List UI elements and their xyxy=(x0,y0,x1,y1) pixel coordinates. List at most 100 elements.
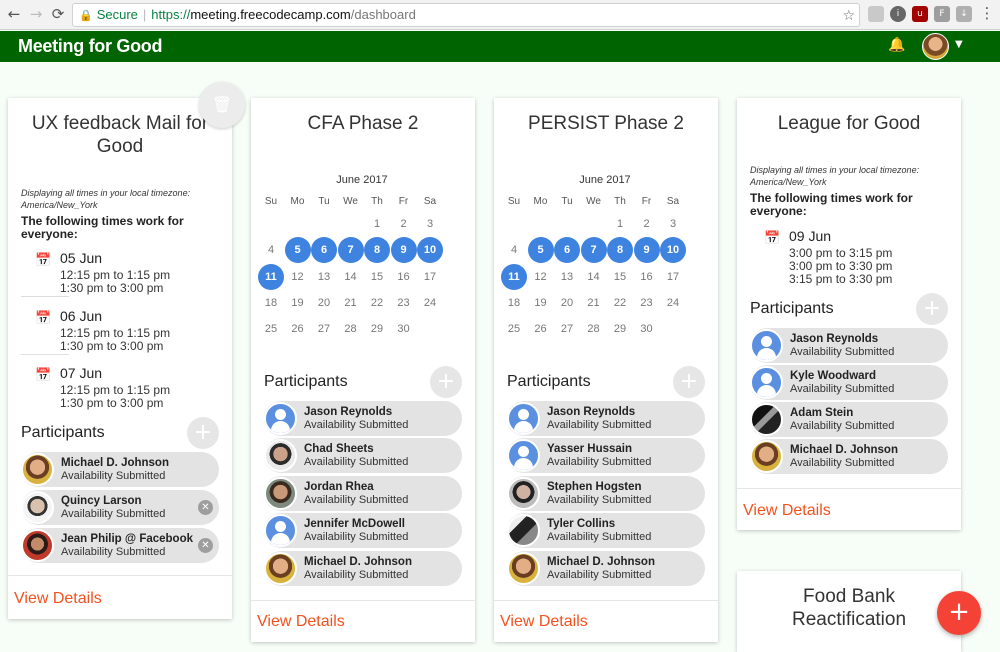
participant-chip[interactable]: Jennifer McDowell Availability Submitted xyxy=(264,513,462,548)
calendar-day[interactable]: 23 xyxy=(634,290,660,316)
participant-chip[interactable]: Kyle Woodward Availability Submitted xyxy=(750,365,948,400)
remove-participant-icon[interactable]: ✕ xyxy=(198,500,213,515)
calendar-day[interactable]: 23 xyxy=(391,290,417,316)
calendar-day-selected[interactable]: 5 xyxy=(284,237,311,264)
event-card[interactable]: CFA Phase 2 June 2017 Su Mo Tu We Th Fr Sa 1 2 3 4… xyxy=(251,98,475,642)
calendar-day[interactable]: 2 xyxy=(391,211,417,237)
participant-chip[interactable]: Jean Philip @ Facebook Availability Subm… xyxy=(21,528,219,563)
calendar-day[interactable]: 24 xyxy=(417,290,443,316)
participant-chip[interactable]: Chad Sheets Availability Submitted xyxy=(264,438,462,473)
calendar-day[interactable]: 22 xyxy=(607,290,633,316)
calendar-day[interactable]: 29 xyxy=(607,316,633,342)
add-participant-button[interactable]: + xyxy=(430,366,462,398)
calendar-day[interactable]: 19 xyxy=(285,290,311,316)
calendar-day[interactable]: 2 xyxy=(634,211,660,237)
calendar-day[interactable]: 18 xyxy=(258,290,284,316)
calendar-day[interactable]: 17 xyxy=(660,264,686,290)
notification-bell-icon[interactable]: 🔔 xyxy=(888,37,905,53)
participant-chip[interactable]: Quincy Larson Availability Submitted ✕ xyxy=(21,490,219,525)
ublock-icon[interactable]: u xyxy=(912,6,928,22)
event-title[interactable]: CFA Phase 2 xyxy=(251,112,475,135)
calendar-day-selected[interactable]: 9 xyxy=(390,237,417,264)
bookmark-star-icon[interactable]: ☆ xyxy=(842,5,855,27)
calendar-day[interactable]: 21 xyxy=(338,290,364,316)
participant-chip[interactable]: Michael D. Johnson Availability Submitte… xyxy=(264,551,462,586)
add-participant-button[interactable]: + xyxy=(916,293,948,325)
calendar-day[interactable]: 14 xyxy=(581,264,607,290)
calendar-day[interactable]: 29 xyxy=(364,316,390,342)
event-card[interactable]: UX feedback Mail for Good Displaying all… xyxy=(8,98,232,619)
calendar-day-selected[interactable]: 11 xyxy=(501,263,527,290)
menu-icon[interactable]: ⋮ xyxy=(978,4,996,22)
calendar-day-selected[interactable]: 5 xyxy=(527,237,554,264)
add-participant-button[interactable]: + xyxy=(187,417,219,449)
participant-chip[interactable]: Stephen Hogsten Availability Submitted xyxy=(507,476,705,511)
event-title[interactable]: League for Good xyxy=(737,112,961,135)
participant-chip[interactable]: Michael D. Johnson Availability Submitte… xyxy=(21,452,219,487)
calendar-day[interactable]: 19 xyxy=(528,290,554,316)
calendar-day[interactable]: 28 xyxy=(338,316,364,342)
calendar-day[interactable]: 14 xyxy=(338,264,364,290)
calendar-day[interactable]: 27 xyxy=(554,316,580,342)
calendar-day-selected[interactable]: 8 xyxy=(364,237,390,264)
calendar-day-selected[interactable]: 10 xyxy=(660,237,686,264)
add-event-fab-button[interactable]: + xyxy=(937,591,981,635)
f10-icon[interactable]: F xyxy=(934,6,950,22)
view-details-link[interactable]: View Details xyxy=(500,613,588,631)
forward-icon[interactable]: → xyxy=(27,5,45,23)
calendar-day-selected[interactable]: 8 xyxy=(607,237,633,264)
view-details-link[interactable]: View Details xyxy=(14,590,102,608)
calendar-day[interactable]: 22 xyxy=(364,290,390,316)
calendar-day-selected[interactable]: 11 xyxy=(258,263,284,290)
calendar-day[interactable]: 4 xyxy=(258,237,284,263)
calendar-day[interactable]: 21 xyxy=(581,290,607,316)
calendar-day[interactable]: 3 xyxy=(660,211,686,237)
calendar-day[interactable]: 18 xyxy=(501,290,527,316)
calendar-day[interactable]: 1 xyxy=(364,211,390,237)
calendar-day[interactable]: 16 xyxy=(391,264,417,290)
calendar-day[interactable]: 16 xyxy=(634,264,660,290)
participant-chip[interactable]: Adam Stein Availability Submitted xyxy=(750,402,948,437)
event-card[interactable]: Food Bank Reactification xyxy=(737,571,961,652)
calendar-day[interactable]: 13 xyxy=(554,264,580,290)
calendar-day[interactable]: 25 xyxy=(258,316,284,342)
remove-participant-icon[interactable]: ✕ xyxy=(198,538,213,553)
calendar-day[interactable]: 20 xyxy=(554,290,580,316)
calendar-day[interactable]: 30 xyxy=(634,316,660,342)
event-card[interactable]: League for Good Displaying all times in … xyxy=(737,98,961,530)
calendar-day[interactable]: 26 xyxy=(528,316,554,342)
event-card[interactable]: PERSIST Phase 2 June 2017 Su Mo Tu We Th Fr Sa… xyxy=(494,98,718,642)
delete-event-button[interactable]: 🗑 xyxy=(199,82,245,128)
calendar-day-selected[interactable]: 9 xyxy=(633,237,660,264)
address-bar[interactable]: 🔒 Secure | https://meeting.freecodecamp.com… xyxy=(72,3,860,27)
event-title[interactable]: PERSIST Phase 2 xyxy=(494,112,718,135)
calendar-day[interactable]: 28 xyxy=(581,316,607,342)
user-avatar[interactable] xyxy=(922,33,949,60)
app-title[interactable]: Meeting for Good xyxy=(18,36,162,57)
calendar-day[interactable]: 26 xyxy=(285,316,311,342)
calendar-day[interactable]: 15 xyxy=(364,264,390,290)
reload-icon[interactable]: ⟳ xyxy=(49,5,67,23)
participant-chip[interactable]: Yasser Hussain Availability Submitted xyxy=(507,438,705,473)
info-icon[interactable]: i xyxy=(890,6,906,22)
calendar-day[interactable]: 13 xyxy=(311,264,337,290)
calendar-day[interactable]: 20 xyxy=(311,290,337,316)
calendar-day[interactable]: 12 xyxy=(285,264,311,290)
calendar-day-selected[interactable]: 7 xyxy=(580,237,607,264)
view-details-link[interactable]: View Details xyxy=(743,502,831,520)
participant-chip[interactable]: Michael D. Johnson Availability Submitte… xyxy=(750,439,948,474)
calendar-day[interactable]: 27 xyxy=(311,316,337,342)
calendar-day-selected[interactable]: 6 xyxy=(311,237,337,264)
calendar-day-selected[interactable]: 10 xyxy=(417,237,443,264)
calendar-day[interactable]: 30 xyxy=(391,316,417,342)
calendar-day[interactable]: 1 xyxy=(607,211,633,237)
download-icon[interactable]: ↓ xyxy=(956,6,972,22)
event-title[interactable]: Food Bank Reactification xyxy=(737,585,961,631)
participant-chip[interactable]: Jason Reynolds Availability Submitted xyxy=(750,328,948,363)
user-menu-caret-icon[interactable]: ▼ xyxy=(955,39,963,50)
add-participant-button[interactable]: + xyxy=(673,366,705,398)
cloud-icon[interactable] xyxy=(868,6,884,22)
calendar-day[interactable]: 4 xyxy=(501,237,527,263)
calendar-day[interactable]: 12 xyxy=(528,264,554,290)
participant-chip[interactable]: Jason Reynolds Availability Submitted xyxy=(264,401,462,436)
